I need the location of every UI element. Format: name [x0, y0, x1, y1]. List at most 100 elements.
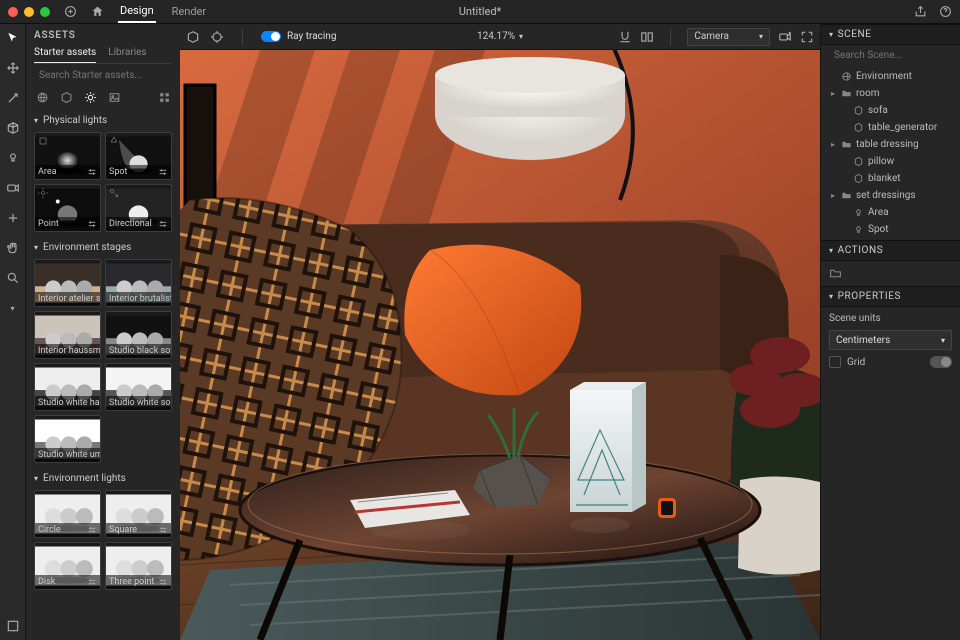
scene-node[interactable]: Spot — [821, 221, 960, 238]
scene-node[interactable]: Area — [821, 204, 960, 221]
scene-header[interactable]: SCENE — [821, 24, 960, 45]
move-tool-icon[interactable] — [5, 60, 21, 76]
home-icon[interactable] — [91, 5, 104, 18]
scene-units-value: Centimeters — [836, 335, 890, 346]
sliders-icon[interactable] — [87, 577, 97, 587]
view-grid-icon[interactable] — [156, 89, 172, 105]
tab-libraries[interactable]: Libraries — [108, 47, 146, 63]
scene-node[interactable]: Environment — [821, 68, 960, 85]
assets-search-input[interactable] — [39, 70, 172, 81]
tab-design[interactable]: Design — [118, 0, 156, 23]
sliders-icon[interactable] — [87, 167, 97, 177]
asset-env-stage[interactable]: Studio black soft... — [105, 311, 172, 359]
orbit-icon[interactable] — [186, 30, 200, 44]
chevron-down-icon — [941, 335, 945, 346]
wand-tool-icon[interactable] — [5, 90, 21, 106]
scene-node[interactable]: blanket — [821, 170, 960, 187]
title-bar: Design Render Untitled* — [0, 0, 960, 24]
asset-env-light[interactable]: Square — [105, 490, 172, 538]
zoom-window-icon[interactable] — [40, 7, 50, 17]
filter-cube-icon[interactable] — [58, 89, 74, 105]
asset-area-light[interactable]: Area — [34, 132, 101, 180]
scene-node[interactable]: set dressings — [821, 187, 960, 204]
close-window-icon[interactable] — [8, 7, 18, 17]
asset-directional-light[interactable]: Directional — [105, 184, 172, 232]
asset-env-stage[interactable]: Studio white so... — [105, 363, 172, 411]
scene-units-label: Scene units — [829, 313, 952, 324]
actions-header[interactable]: ACTIONS — [821, 240, 960, 261]
asset-point-light[interactable]: Point — [34, 184, 101, 232]
minimize-window-icon[interactable] — [24, 7, 34, 17]
chevron-down-icon[interactable] — [519, 31, 523, 42]
more-tools-icon[interactable] — [5, 300, 21, 316]
target-icon[interactable] — [210, 30, 224, 44]
asset-env-stage[interactable]: Studio white um... — [34, 415, 101, 463]
scene-node-label: blanket — [868, 173, 901, 184]
hand-tool-icon[interactable] — [5, 240, 21, 256]
sliders-icon[interactable] — [158, 167, 168, 177]
render-canvas[interactable] — [180, 50, 820, 640]
asset-env-light[interactable]: Circle — [34, 490, 101, 538]
asset-env-stage[interactable]: Studio white ha... — [34, 363, 101, 411]
sliders-icon[interactable] — [87, 219, 97, 229]
camera-tool-icon[interactable] — [5, 180, 21, 196]
properties-header[interactable]: PROPERTIES — [821, 286, 960, 307]
sliders-icon[interactable] — [158, 525, 168, 535]
scene-search[interactable] — [821, 45, 960, 66]
camera-select[interactable]: Camera — [687, 28, 770, 46]
asset-env-light[interactable]: Disk — [34, 542, 101, 590]
light-tool-icon[interactable] — [5, 150, 21, 166]
share-icon[interactable] — [914, 5, 927, 18]
scene-node[interactable]: table_generator — [821, 119, 960, 136]
asset-label: Spot — [109, 167, 127, 177]
scene-node[interactable]: pillow — [821, 153, 960, 170]
grid-toggle[interactable] — [930, 356, 952, 368]
ray-tracing-toggle[interactable] — [261, 31, 281, 42]
sliders-icon[interactable] — [158, 219, 168, 229]
asset-label: Interior brutalist... — [109, 294, 171, 304]
add-camera-icon[interactable] — [778, 30, 792, 44]
grid-checkbox[interactable] — [829, 356, 841, 368]
scene-node[interactable]: sofa — [821, 102, 960, 119]
scene-node-label: table_generator — [868, 122, 937, 133]
scene-node[interactable]: table dressing — [821, 136, 960, 153]
section-environment-lights[interactable]: Environment lights — [34, 473, 172, 484]
asset-env-stage[interactable]: Interior brutalist... — [105, 259, 172, 307]
filter-image-icon[interactable] — [106, 89, 122, 105]
assets-search[interactable] — [34, 70, 172, 81]
layout-icon[interactable] — [640, 30, 654, 44]
chevron-down-icon — [759, 31, 763, 42]
fullscreen-icon[interactable] — [800, 30, 814, 44]
scene-search-input[interactable] — [834, 50, 960, 61]
section-environment-stages[interactable]: Environment stages — [34, 242, 172, 253]
scene-node[interactable]: room — [821, 85, 960, 102]
filter-light-icon[interactable] — [82, 89, 98, 105]
help-icon[interactable] — [939, 5, 952, 18]
settings-icon[interactable] — [5, 618, 21, 634]
cube-icon — [853, 122, 864, 133]
sliders-icon[interactable] — [87, 525, 97, 535]
folder-icon — [841, 190, 852, 201]
section-physical-lights[interactable]: Physical lights — [34, 115, 172, 126]
globe-icon — [841, 71, 852, 82]
snap-icon[interactable] — [618, 30, 632, 44]
tab-render[interactable]: Render — [170, 0, 208, 23]
zoom-tool-icon[interactable] — [5, 270, 21, 286]
point-light-icon — [37, 187, 49, 199]
asset-env-stage[interactable]: Interior haussm... — [34, 311, 101, 359]
prim-tool-icon[interactable] — [5, 120, 21, 136]
folder-icon[interactable] — [829, 267, 952, 280]
select-tool-icon[interactable] — [5, 30, 21, 46]
scene-node-label: pillow — [868, 156, 894, 167]
asset-env-light[interactable]: Three point — [105, 542, 172, 590]
scene-units-select[interactable]: Centimeters — [829, 330, 952, 350]
zoom-readout[interactable]: 124.17% — [477, 31, 515, 42]
add-tool-icon[interactable] — [5, 210, 21, 226]
add-icon[interactable] — [64, 5, 77, 18]
asset-env-stage[interactable]: Interior atelier s... — [34, 259, 101, 307]
sliders-icon[interactable] — [158, 577, 168, 587]
grid-label: Grid — [847, 357, 865, 368]
tab-starter-assets[interactable]: Starter assets — [34, 47, 96, 63]
asset-spot-light[interactable]: Spot — [105, 132, 172, 180]
filter-globe-icon[interactable] — [34, 89, 50, 105]
